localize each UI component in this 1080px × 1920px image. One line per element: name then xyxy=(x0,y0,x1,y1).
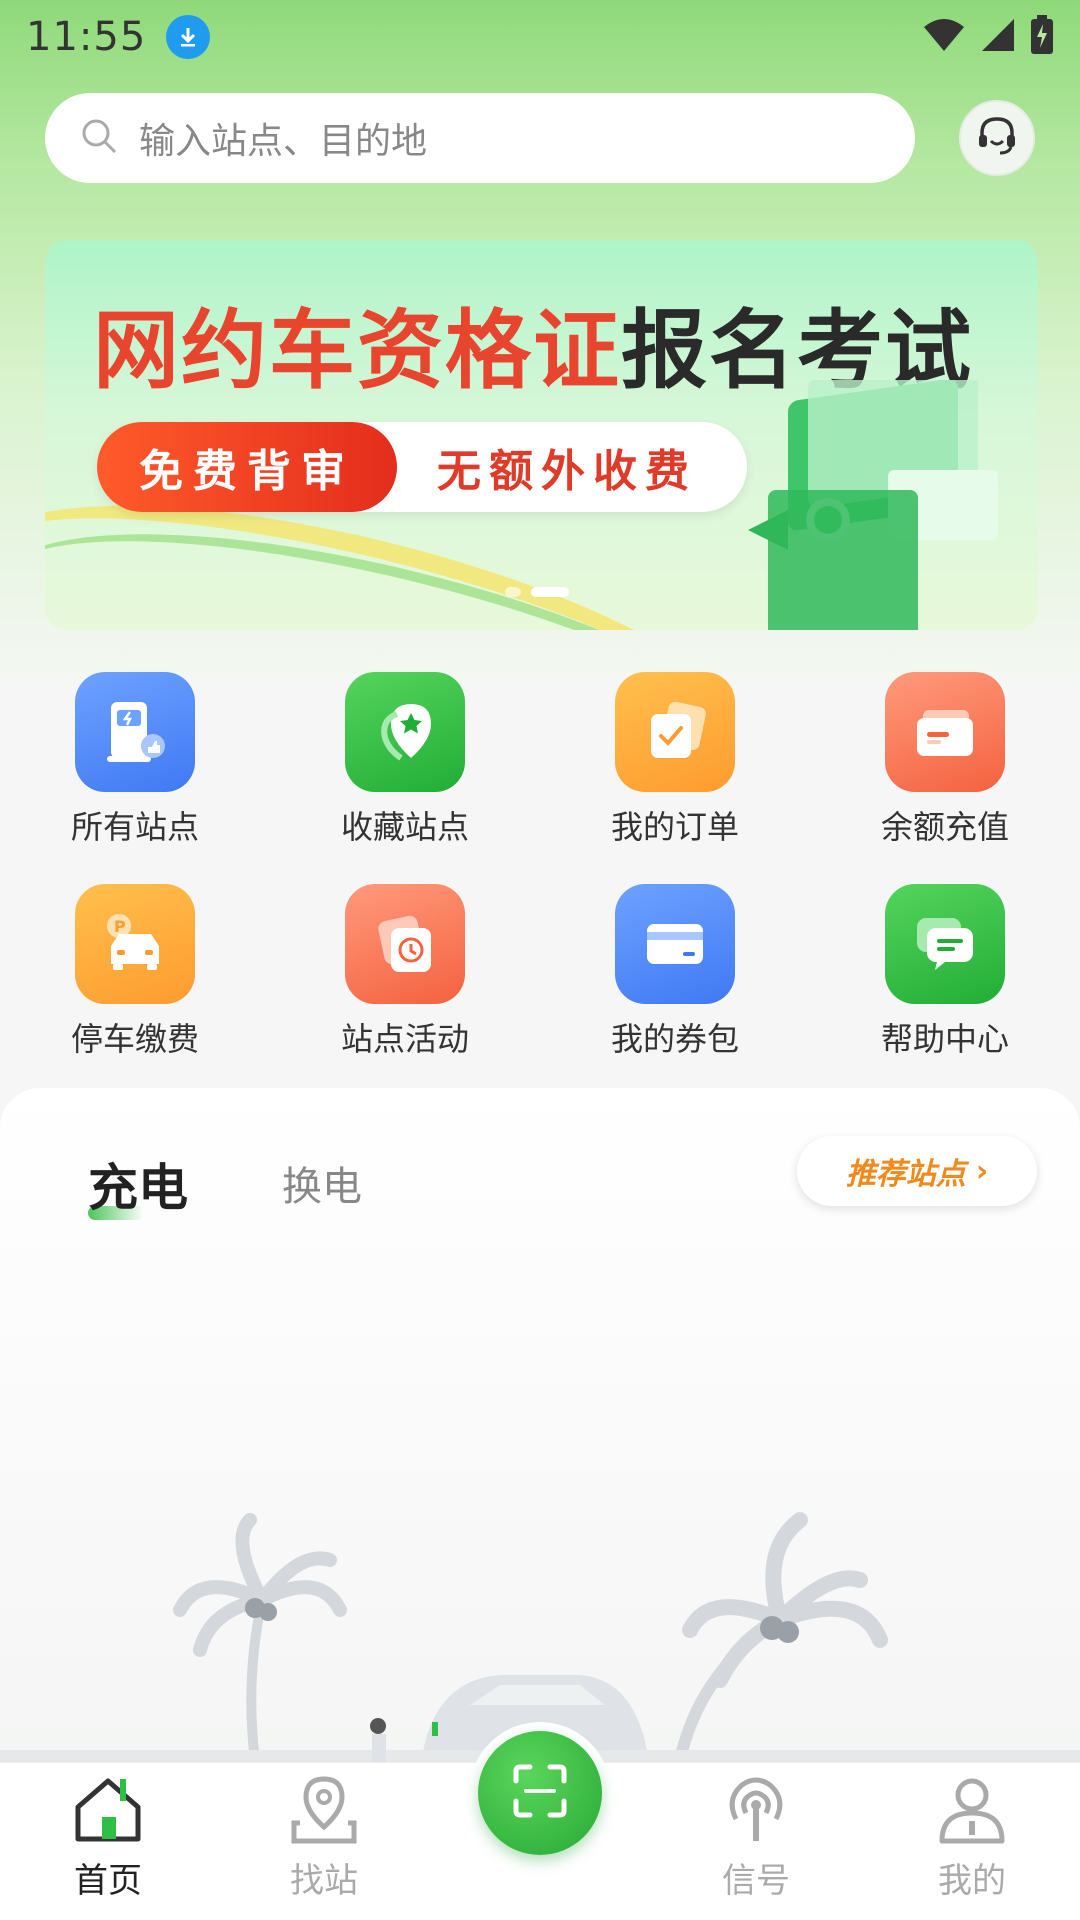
status-time: 11:55 xyxy=(26,14,147,60)
quick-action-parking-payment[interactable]: P 停车缴费 xyxy=(0,884,270,1060)
quick-action-all-stations[interactable]: 所有站点 xyxy=(0,672,270,848)
nav-label: 我的 xyxy=(938,1861,1006,1901)
quick-action-my-orders[interactable]: 我的订单 xyxy=(540,672,810,848)
nav-signal[interactable]: 信号 xyxy=(648,1763,864,1920)
download-icon xyxy=(166,15,211,59)
quick-action-label: 收藏站点 xyxy=(340,808,469,846)
customer-service-button[interactable] xyxy=(959,100,1035,176)
wallet-card-icon xyxy=(885,672,1005,792)
status-bar: 11:55 xyxy=(0,0,1080,74)
nav-label: 首页 xyxy=(74,1861,142,1901)
location-pin-icon xyxy=(286,1775,362,1849)
banner-pill: 免费背审 无额外收费 xyxy=(97,422,747,512)
wifi-icon xyxy=(922,17,966,57)
promo-banner[interactable]: 网约车资格证报名考试 免费背审 无额外收费 xyxy=(45,240,1038,630)
quick-action-label: 停车缴费 xyxy=(70,1020,199,1058)
quick-action-label: 我的券包 xyxy=(610,1020,739,1058)
battery-icon xyxy=(1030,15,1054,59)
pagination-dot-active[interactable] xyxy=(531,587,569,597)
quick-action-label: 余额充值 xyxy=(880,808,1009,846)
chevron-right-icon: › xyxy=(975,1153,989,1189)
home-icon xyxy=(70,1775,146,1849)
nav-profile[interactable]: 我的 xyxy=(864,1763,1080,1920)
order-check-icon xyxy=(615,672,735,792)
signal-broadcast-icon xyxy=(718,1775,794,1849)
quick-action-favorite-stations[interactable]: 收藏站点 xyxy=(270,672,540,848)
scan-button-wrap xyxy=(469,1722,611,1864)
quick-action-station-activities[interactable]: 站点活动 xyxy=(270,884,540,1060)
quick-actions-grid: 所有站点 收藏站点 我的订单 余额充值 P 停车缴费 站点活动 我的券包 帮助中… xyxy=(0,672,1080,1060)
quick-action-label: 站点活动 xyxy=(340,1020,469,1058)
banner-pill-left: 免费背审 xyxy=(97,422,397,512)
search-placeholder: 输入站点、目的地 xyxy=(139,121,428,162)
banner-pill-right: 无额外收费 xyxy=(437,446,697,497)
recommended-stations-label: 推荐站点 xyxy=(845,1157,966,1192)
scan-button[interactable] xyxy=(478,1731,602,1855)
search-row: 输入站点、目的地 xyxy=(45,93,1035,183)
quick-action-coupon-wallet[interactable]: 我的券包 xyxy=(540,884,810,1060)
help-chat-icon xyxy=(885,884,1005,1004)
recommended-stations-button[interactable]: 推荐站点 › xyxy=(797,1136,1037,1206)
headset-icon xyxy=(974,113,1020,163)
scan-qr-icon xyxy=(512,1763,568,1823)
tab-charging[interactable]: 充电 xyxy=(88,1148,188,1220)
tab-battery-swap[interactable]: 换电 xyxy=(282,1154,362,1212)
search-icon xyxy=(79,116,119,160)
svg-text:P: P xyxy=(114,917,126,936)
quick-action-help-center[interactable]: 帮助中心 xyxy=(810,884,1080,1060)
nav-find-station[interactable]: 找站 xyxy=(216,1763,432,1920)
search-input[interactable]: 输入站点、目的地 xyxy=(45,93,915,183)
banner-title-red: 网约车资格证 xyxy=(93,301,621,401)
nav-label: 信号 xyxy=(722,1861,790,1901)
coupon-card-icon xyxy=(615,884,735,1004)
activity-clock-icon xyxy=(345,884,465,1004)
nav-label: 找站 xyxy=(290,1861,358,1901)
nav-home[interactable]: 首页 xyxy=(0,1763,216,1920)
pagination-dot[interactable] xyxy=(505,587,521,597)
banner-pagination xyxy=(505,587,569,597)
profile-icon xyxy=(934,1775,1010,1849)
quick-action-balance-topup[interactable]: 余额充值 xyxy=(810,672,1080,848)
certificate-illustration-icon xyxy=(748,380,998,630)
quick-action-label: 帮助中心 xyxy=(880,1020,1009,1058)
cell-signal-icon xyxy=(980,17,1016,57)
charging-station-icon xyxy=(75,672,195,792)
quick-action-label: 我的订单 xyxy=(610,808,739,846)
parking-car-icon: P xyxy=(75,884,195,1004)
star-map-pin-icon xyxy=(345,672,465,792)
quick-action-label: 所有站点 xyxy=(70,808,199,846)
